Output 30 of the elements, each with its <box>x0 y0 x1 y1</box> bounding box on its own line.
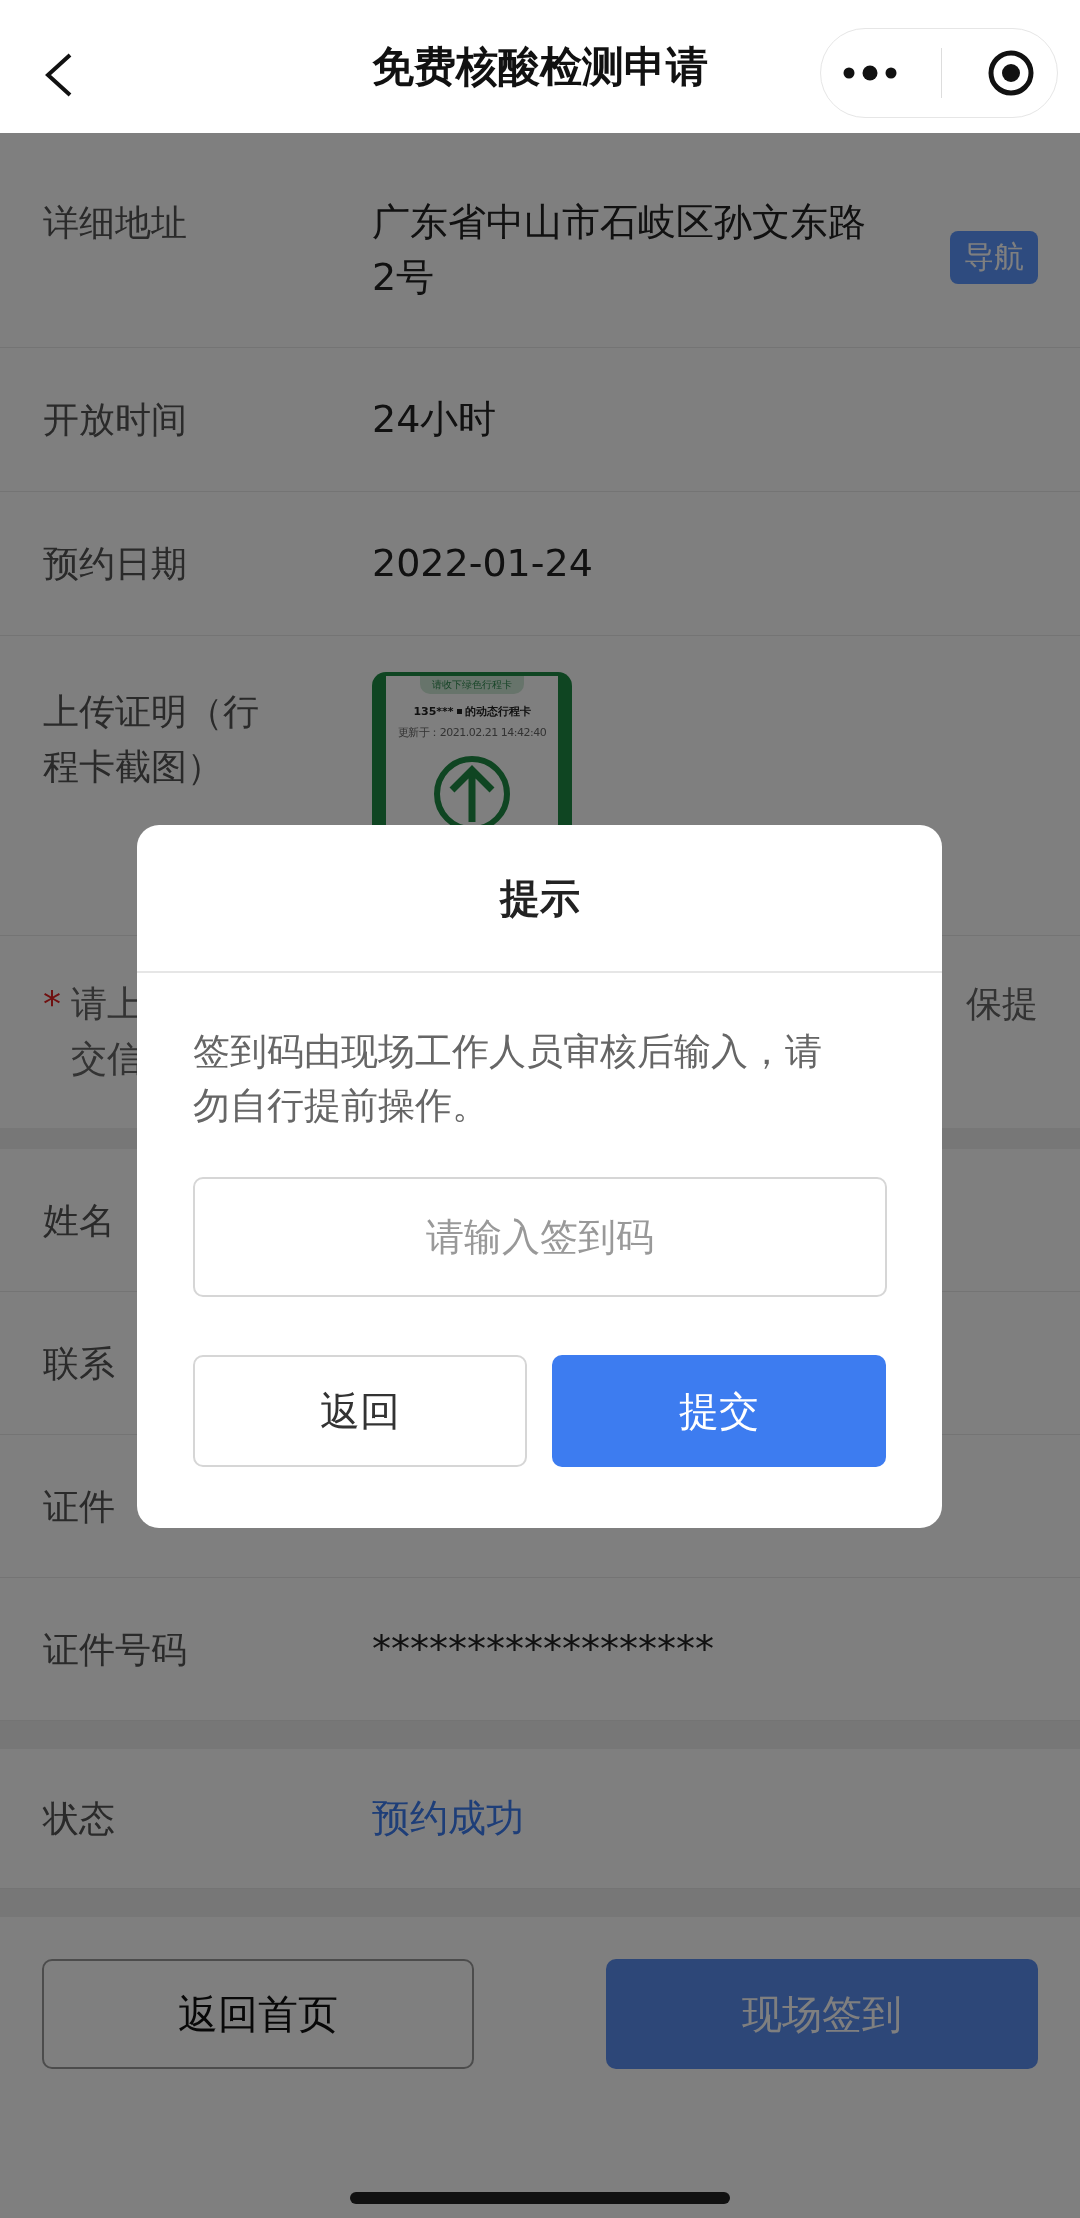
required-mark: * <box>43 982 62 1026</box>
submit-button[interactable]: 提交 <box>552 1355 886 1467</box>
status-value: 预约成功 <box>372 1795 525 1842</box>
code-input-field[interactable]: 请输入签到码 <box>193 1177 887 1297</box>
field-label: 预约日期 <box>43 542 188 586</box>
dialog-title: 提示 <box>137 825 942 973</box>
field-label: 证件号码 <box>43 1628 188 1672</box>
field-label: 状态 <box>43 1797 116 1841</box>
more-icon[interactable] <box>843 65 898 81</box>
field-value: 24小时 <box>372 396 498 443</box>
screenshot-phone: 135*** <box>413 705 454 718</box>
close-icon[interactable] <box>986 49 1035 97</box>
field-label: 上传证明（行程卡截图） <box>43 690 260 789</box>
field-label: 联系 <box>43 1342 116 1386</box>
field-label: 证件 <box>43 1485 116 1529</box>
dialog-message: 签到码由现场工作人员审核后输入，请勿自行提前操作。 <box>193 1029 823 1129</box>
field-label: 姓名 <box>43 1199 116 1243</box>
field-value: 广东省中山市石岐区孙文东路2号 <box>372 199 867 301</box>
field-value: ****************** <box>372 1626 715 1673</box>
field-value: 2022-01-24 <box>372 540 594 587</box>
field-label: 开放时间 <box>43 398 188 442</box>
note-text: 保提 <box>966 982 1038 1026</box>
screenshot-time: 更新于：2021.02.21 14:42:40 <box>397 725 547 740</box>
mask-icon <box>456 709 462 714</box>
cancel-button[interactable]: 返回 <box>193 1355 527 1467</box>
page-title: 免费核酸检测申请 <box>372 40 708 93</box>
field-label: 详细地址 <box>43 201 188 245</box>
home-button[interactable]: 返回首页 <box>42 1959 474 2069</box>
screenshot-banner: 请收下绿色行程卡 <box>420 676 524 694</box>
screenshot-heading: 的动态行程卡 <box>464 704 531 719</box>
